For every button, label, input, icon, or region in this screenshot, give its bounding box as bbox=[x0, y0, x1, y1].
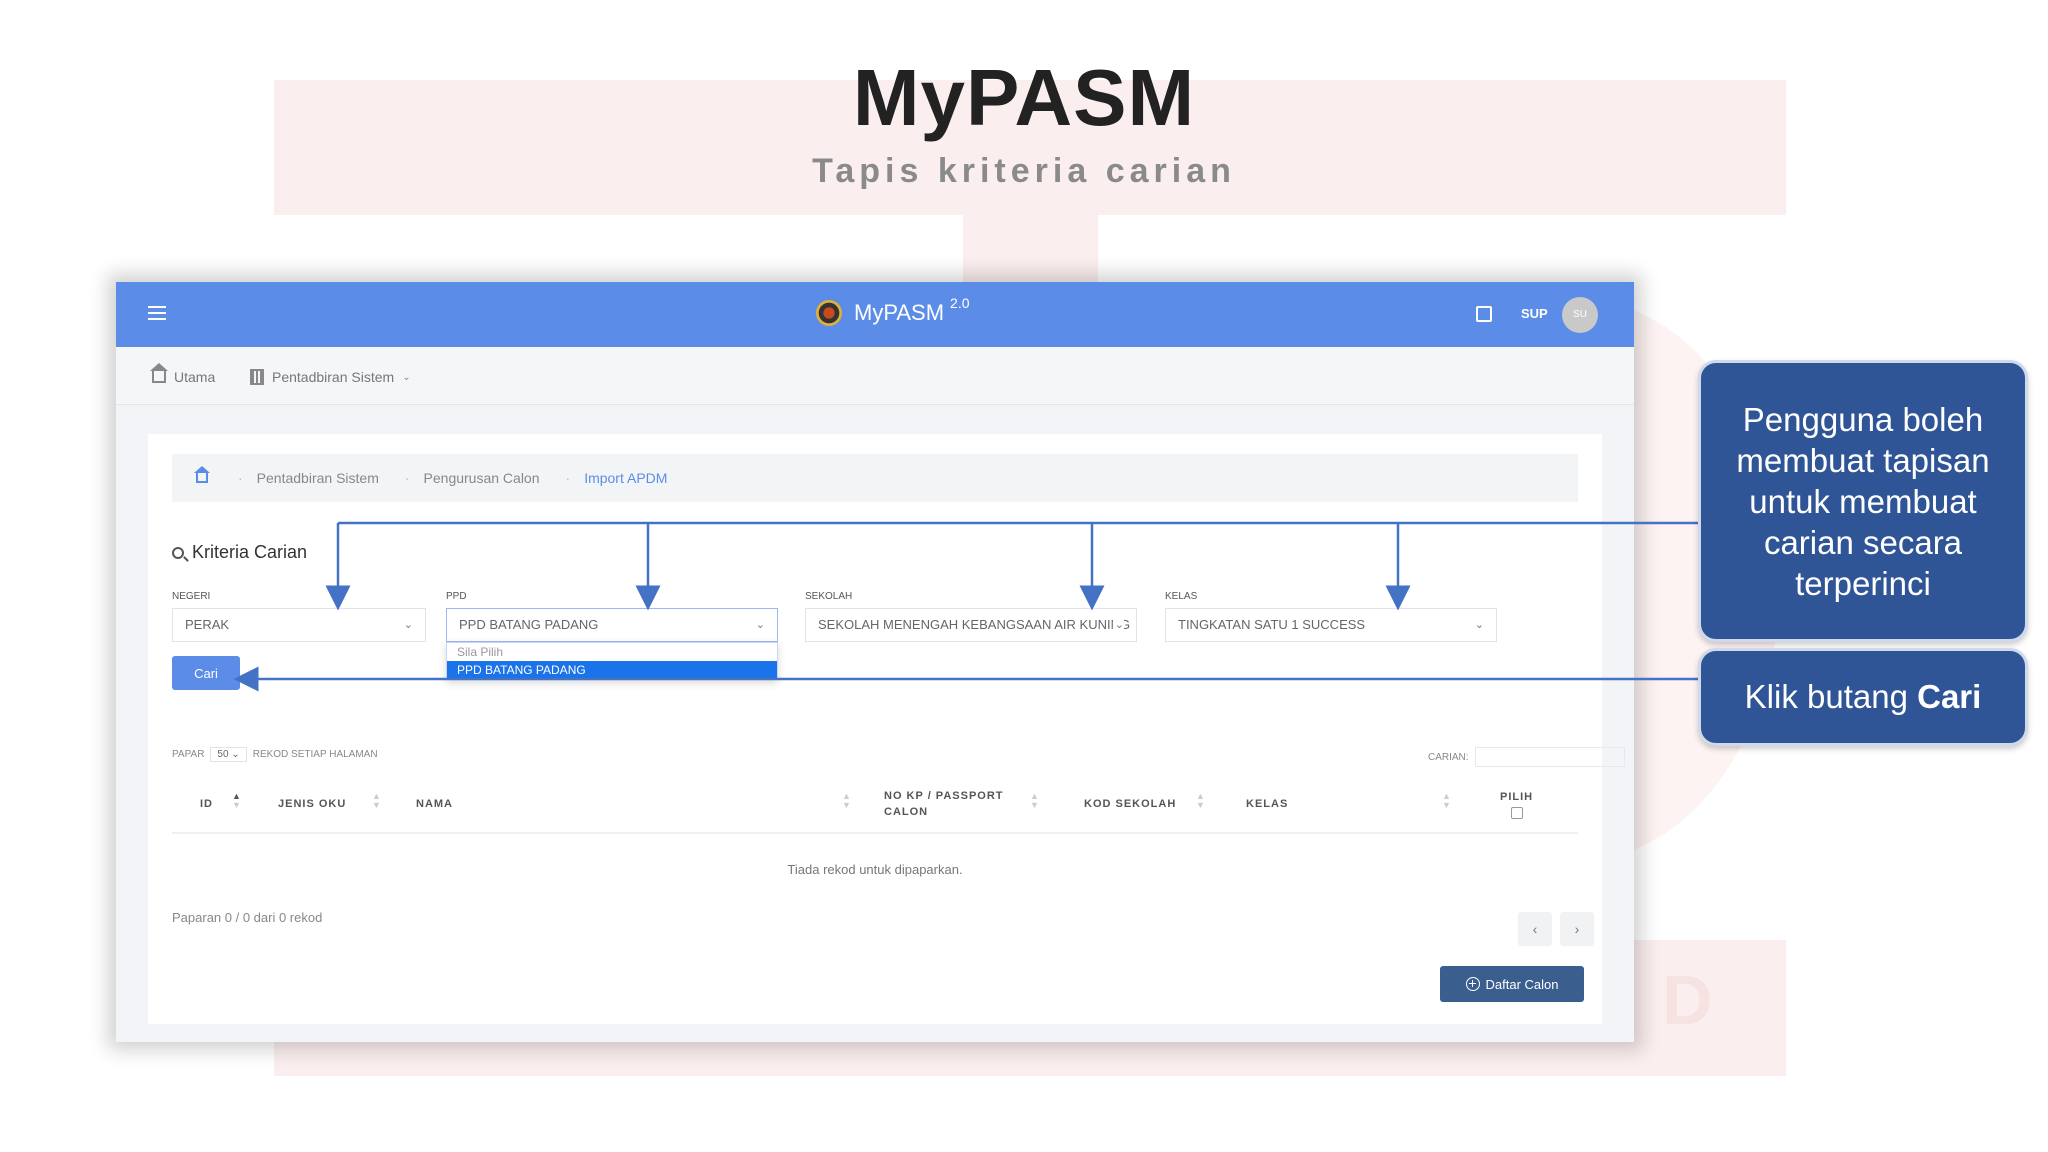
column-header-pilih-label: PILIH bbox=[1500, 791, 1534, 803]
background-watermark-letter: D bbox=[1662, 961, 1713, 1039]
kelas-label: KELAS bbox=[1165, 591, 1198, 602]
content-card: · Pentadbiran Sistem · Pengurusan Calon … bbox=[148, 434, 1625, 1024]
sort-icon[interactable]: ▲ ▼ bbox=[1030, 792, 1039, 810]
page-size-control: PAPAR 50 ⌄ REKOD SETIAP HALAMAN bbox=[172, 747, 378, 762]
callout-click-bold: Cari bbox=[1917, 678, 1982, 715]
breadcrumb-separator: · bbox=[238, 470, 243, 486]
column-header-jenis-oku[interactable]: JENIS OKU bbox=[278, 774, 346, 834]
daftar-calon-button[interactable]: Daftar Calon bbox=[1440, 966, 1584, 1002]
next-page-button[interactable]: › bbox=[1560, 912, 1594, 946]
table-search: CARIAN: bbox=[1428, 747, 1625, 767]
ppd-value: PPD BATANG PADANG bbox=[459, 617, 599, 632]
sekolah-select[interactable]: SEKOLAH MENENGAH KEBANGSAAN AIR KUNING ⌄ bbox=[805, 608, 1137, 642]
negeri-select[interactable]: PERAK ⌄ bbox=[172, 608, 426, 642]
chevron-down-icon: ⌄ bbox=[755, 619, 765, 631]
fullscreen-icon[interactable] bbox=[1476, 306, 1492, 322]
breadcrumb-separator: · bbox=[404, 470, 410, 486]
previous-page-button[interactable]: ‹ bbox=[1518, 912, 1552, 946]
search-icon bbox=[172, 546, 184, 559]
avatar[interactable]: SU bbox=[1562, 297, 1598, 333]
plus-circle-icon bbox=[1465, 977, 1480, 991]
chevron-down-icon: ⌄ bbox=[403, 619, 413, 631]
chevron-down-icon: ⌄ bbox=[1474, 619, 1484, 631]
breadcrumb-item[interactable]: Pentadbiran Sistem bbox=[257, 470, 379, 486]
section-title-text: Kriteria Carian bbox=[192, 542, 308, 562]
table-search-label: CARIAN: bbox=[1428, 751, 1469, 763]
negeri-label: NEGERI bbox=[172, 591, 211, 602]
brand-name: MyPASM bbox=[854, 300, 945, 325]
column-header-id[interactable]: ID bbox=[200, 774, 213, 834]
sekolah-label: SEKOLAH bbox=[805, 591, 853, 602]
column-header-kelas[interactable]: KELAS bbox=[1246, 774, 1288, 834]
column-header-nama[interactable]: NAMA bbox=[416, 774, 453, 834]
user-code[interactable]: SUP bbox=[1521, 306, 1548, 321]
callout-click-search: Klik butang Cari bbox=[1698, 648, 2028, 746]
slide-subtitle: Tapis kriteria carian bbox=[812, 152, 1236, 190]
app-brand[interactable]: MyPASM 2.0 bbox=[816, 295, 970, 326]
nav-item-home[interactable]: Utama bbox=[150, 363, 216, 385]
show-label: PAPAR bbox=[172, 749, 205, 760]
search-button[interactable]: Cari bbox=[172, 656, 240, 690]
sort-icon[interactable]: ▲ ▼ bbox=[232, 792, 241, 810]
per-page-label: REKOD SETIAP HALAMAN bbox=[252, 749, 378, 760]
section-title: Kriteria Carian bbox=[172, 542, 307, 563]
slide-title: MyPASM bbox=[852, 53, 1196, 142]
app-window: MyPASM 2.0 SUP SU Utama Pentadbiran Sist… bbox=[116, 282, 1634, 1042]
column-header-no-kp[interactable]: NO KP / PASSPORT CALON bbox=[884, 774, 1014, 834]
sort-icon[interactable]: ▲ ▼ bbox=[1442, 792, 1451, 810]
column-header-pilih: PILIH bbox=[1500, 774, 1533, 834]
table-header: ID ▲ ▼ JENIS OKU ▲ ▼ NAMA ▲ ▼ NO KP / PASSP… bbox=[172, 774, 1578, 834]
sort-icon[interactable]: ▲ ▼ bbox=[842, 792, 851, 810]
building-icon bbox=[250, 369, 264, 385]
ppd-label: PPD bbox=[446, 591, 467, 602]
kelas-select[interactable]: TINGKATAN SATU 1 SUCCESS ⌄ bbox=[1165, 608, 1497, 642]
breadcrumb-separator: · bbox=[565, 470, 571, 486]
nav-item-admin[interactable]: Pentadbiran Sistem ⌄ bbox=[250, 369, 411, 385]
breadcrumb-item-active: Import APDM bbox=[584, 470, 668, 486]
select-all-checkbox[interactable] bbox=[1510, 807, 1523, 819]
column-header-kod-sekolah[interactable]: KOD SEKOLAH bbox=[1084, 774, 1176, 834]
nav-item-label: Utama bbox=[174, 369, 216, 385]
daftar-calon-label: Daftar Calon bbox=[1485, 976, 1559, 992]
sort-icon[interactable]: ▲ ▼ bbox=[372, 792, 381, 810]
breadcrumb: · Pentadbiran Sistem · Pengurusan Calon … bbox=[172, 454, 1578, 502]
home-icon bbox=[150, 363, 168, 383]
sekolah-value: SEKOLAH MENENGAH KEBANGSAAN AIR KUNING bbox=[818, 617, 1131, 632]
negeri-value: PERAK bbox=[185, 617, 230, 632]
dropdown-option-selected[interactable]: PPD BATANG PADANG bbox=[447, 661, 777, 679]
breadcrumb-item[interactable]: Pengurusan Calon bbox=[424, 470, 540, 486]
kelas-value: TINGKATAN SATU 1 SUCCESS bbox=[1178, 617, 1366, 632]
table-search-input[interactable] bbox=[1474, 747, 1625, 767]
brand-logo-icon bbox=[816, 300, 842, 326]
nav-item-label: Pentadbiran Sistem bbox=[272, 369, 395, 385]
page-size-value: 50 bbox=[217, 749, 229, 760]
menu-icon[interactable] bbox=[148, 306, 166, 320]
brand-version: 2.0 bbox=[950, 295, 970, 311]
chevron-down-icon: ⌄ bbox=[402, 371, 411, 383]
ppd-dropdown-list: Sila Pilih PPD BATANG PADANG bbox=[446, 642, 778, 680]
ppd-select[interactable]: PPD BATANG PADANG ⌄ bbox=[446, 608, 778, 642]
page-size-select[interactable]: 50 ⌄ bbox=[210, 747, 247, 762]
empty-message: Tiada rekod untuk dipaparkan. bbox=[787, 862, 963, 877]
callout-filter: Pengguna boleh membuat tapisan untuk mem… bbox=[1698, 360, 2028, 642]
callout-click-prefix: Klik butang bbox=[1744, 678, 1918, 715]
top-nav: Utama Pentadbiran Sistem ⌄ bbox=[116, 347, 1634, 405]
breadcrumb-home-icon[interactable] bbox=[194, 466, 210, 483]
app-header: MyPASM 2.0 SUP SU bbox=[116, 282, 1634, 347]
background-band-stem bbox=[963, 210, 1098, 290]
sort-icon[interactable]: ▲ ▼ bbox=[1196, 792, 1205, 810]
dropdown-option[interactable]: Sila Pilih bbox=[447, 643, 777, 661]
table-info: Paparan 0 / 0 dari 0 rekod bbox=[172, 910, 323, 925]
chevron-down-icon: ⌄ bbox=[1112, 609, 1124, 641]
